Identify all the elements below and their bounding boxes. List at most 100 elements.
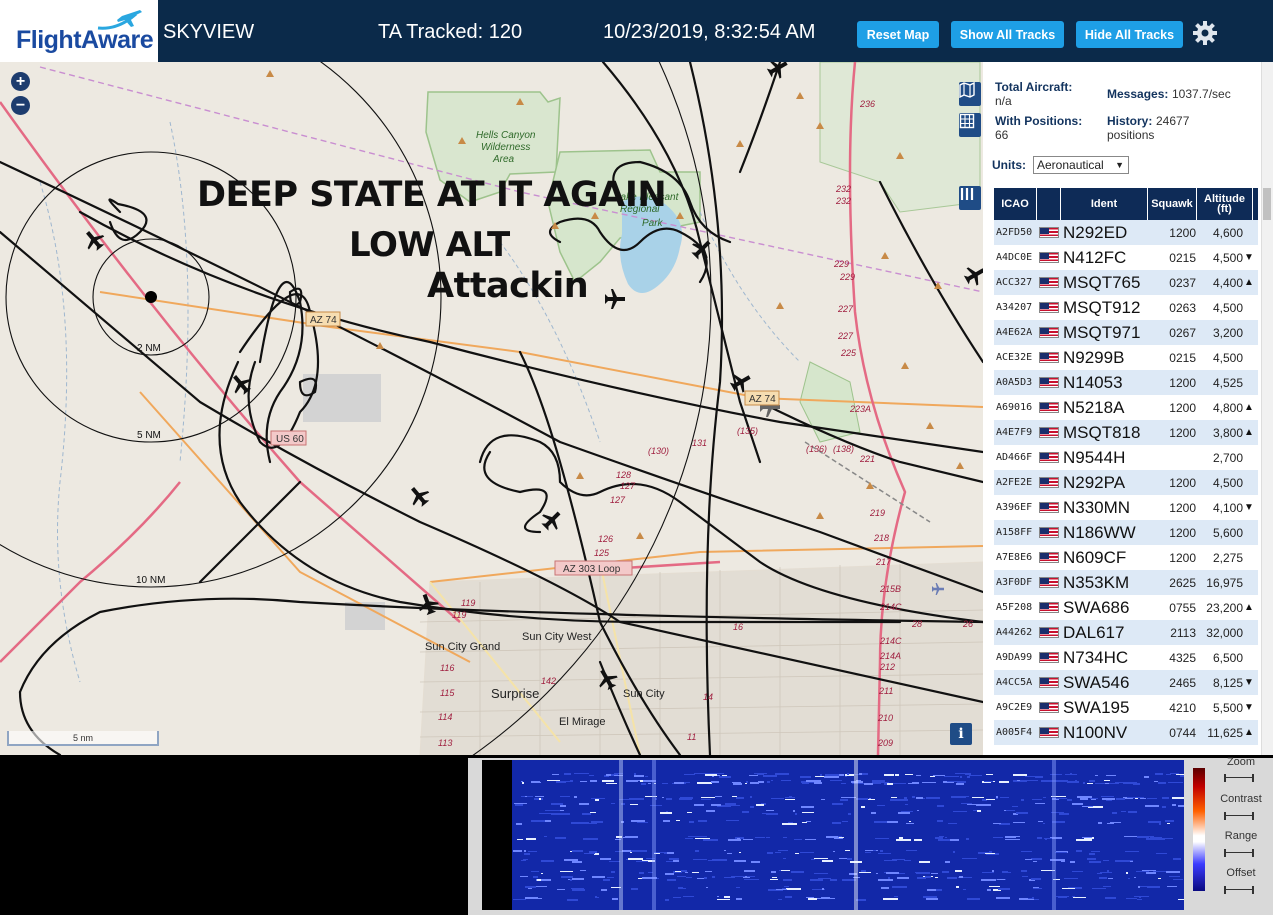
table-row[interactable]: A4DC0E N412FC 0215 4,500 ▼	[994, 245, 1258, 270]
altitude-trend-icon: ▲	[1244, 427, 1254, 438]
altitude-cell: 5,600	[1212, 525, 1243, 540]
squawk-cell: 1200	[1169, 425, 1196, 440]
table-row[interactable]: ACE32E N9299B 0215 4,500	[994, 345, 1258, 370]
table-row[interactable]: A9DA99 N734HC 4325 6,500	[994, 645, 1258, 670]
ident-cell: MSQT971	[1063, 322, 1141, 342]
toggle-sidebar-button[interactable]	[959, 186, 981, 210]
road-number: 127	[620, 481, 636, 491]
ident-cell: SWA686	[1063, 597, 1130, 617]
table-row[interactable]: A4E7F9 MSQT818 1200 3,800 ▲	[994, 420, 1258, 445]
table-row[interactable]: A005F4 N100NV 0744 11,625 ▲	[994, 720, 1258, 745]
table-row[interactable]: A158FF N186WW 1200 5,600	[994, 520, 1258, 545]
table-row[interactable]: A3F0DF N353KM 2625 16,975	[994, 570, 1258, 595]
table-row[interactable]: A2FD50 N292ED 1200 4,600	[994, 220, 1258, 245]
road-number: 16	[733, 622, 743, 632]
icao-cell: A34207	[996, 302, 1033, 313]
road-number: 131	[692, 438, 707, 448]
table-row[interactable]: A2FE2E N292PA 1200 4,500	[994, 470, 1258, 495]
col-altitude-unit: (ft)	[1217, 203, 1232, 215]
table-row[interactable]: A69016 N5218A 1200 4,800 ▲	[994, 395, 1258, 420]
show-all-tracks-button[interactable]: Show All Tracks	[951, 21, 1064, 48]
squawk-cell: 0744	[1169, 725, 1196, 740]
ident-cell: N609CF	[1063, 547, 1127, 567]
sidebar-scroll-thumb[interactable]	[1263, 188, 1271, 220]
ident-cell: MSQT818	[1063, 422, 1141, 442]
table-row[interactable]: ACC327 MSQT765 0237 4,400 ▲	[994, 270, 1258, 295]
ident-cell: MSQT912	[1063, 297, 1141, 317]
col-icao[interactable]: ICAO	[994, 188, 1037, 220]
table-row[interactable]: A34207 MSQT912 0263 4,500	[994, 295, 1258, 320]
flag-icon	[1039, 345, 1059, 370]
grid-button[interactable]	[959, 113, 981, 137]
col-altitude[interactable]: Altitude (ft)	[1197, 188, 1253, 220]
ident-cell: N14053	[1063, 372, 1123, 392]
flag-icon	[1039, 595, 1059, 620]
map-layers-button[interactable]	[959, 82, 981, 106]
squawk-cell: 0755	[1169, 600, 1196, 615]
flag-icon	[1039, 370, 1059, 395]
altitude-cell: 4,500	[1212, 250, 1243, 265]
icao-cell: A7E8E6	[996, 552, 1033, 563]
scale-bar: 5 nm	[7, 731, 159, 746]
contrast-slider[interactable]	[1224, 812, 1254, 820]
road-number: 119	[452, 610, 466, 620]
flightaware-logo[interactable]: FlightAware	[0, 0, 158, 62]
road-number: 26	[962, 619, 973, 629]
units-select[interactable]: Aeronautical ▼	[1033, 156, 1129, 174]
flag-icon	[1039, 645, 1059, 670]
datetime: 10/23/2019, 8:32:54 AM	[603, 21, 816, 43]
history-unit: positions	[1107, 128, 1155, 142]
squawk-cell: 4210	[1169, 700, 1196, 715]
col-flag[interactable]	[1037, 188, 1061, 220]
table-row[interactable]: A4CC5A SWA546 2465 8,125 ▼	[994, 670, 1258, 695]
road-number: 236	[859, 99, 875, 109]
info-button[interactable]: i	[950, 723, 972, 745]
col-squawk[interactable]: Squawk	[1148, 188, 1197, 220]
table-row[interactable]: A4E62A MSQT971 0267 3,200	[994, 320, 1258, 345]
reset-map-button[interactable]: Reset Map	[857, 21, 939, 48]
zoom-in-button[interactable]: +	[11, 72, 30, 91]
offset-label: Offset	[1226, 867, 1256, 879]
sidebar-scrollbar[interactable]	[1261, 62, 1273, 755]
flag-icon	[1039, 445, 1059, 470]
waterfall-display[interactable]	[512, 760, 1184, 910]
gear-icon[interactable]	[1192, 20, 1218, 46]
zoom-slider[interactable]	[1224, 774, 1254, 782]
table-row[interactable]: A7E8E6 N609CF 1200 2,275	[994, 545, 1258, 570]
top-bar: FlightAware SKYVIEW TA Tracked: 120 10/2…	[0, 0, 1273, 62]
table-row[interactable]: A44262 DAL617 2113 32,000	[994, 620, 1258, 645]
table-row[interactable]: AD466F N9544H 2,700	[994, 445, 1258, 470]
map-view[interactable]: 2 NM 5 NM 10 NM AZ 74 US 60 AZ 74 AZ 303…	[0, 62, 983, 755]
altitude-cell: 4,500	[1212, 475, 1243, 490]
road-number: (136)	[806, 444, 827, 454]
altitude-cell: 5,500	[1212, 700, 1243, 715]
squawk-cell: 1200	[1169, 500, 1196, 515]
aircraft-table: ICAO Ident Squawk Altitude (ft) A2FD50 N2…	[994, 188, 1258, 745]
map-canvas[interactable]: 2 NM 5 NM 10 NM AZ 74 US 60 AZ 74 AZ 303…	[0, 62, 983, 755]
hide-all-tracks-button[interactable]: Hide All Tracks	[1076, 21, 1183, 48]
chevron-down-icon: ▼	[1115, 160, 1124, 170]
table-row[interactable]: A0A5D3 N14053 1200 4,525	[994, 370, 1258, 395]
icao-cell: A158FF	[996, 527, 1033, 538]
zoom-out-button[interactable]: −	[11, 96, 30, 115]
squawk-cell: 0263	[1169, 300, 1196, 315]
icao-cell: A0A5D3	[996, 377, 1033, 388]
table-row[interactable]: A5F208 SWA686 0755 23,200 ▲	[994, 595, 1258, 620]
offset-slider[interactable]	[1224, 886, 1254, 894]
col-ident[interactable]: Ident	[1061, 188, 1148, 220]
icao-cell: ACE32E	[996, 352, 1033, 363]
history-value: 24677	[1156, 114, 1190, 128]
range-slider[interactable]	[1224, 849, 1254, 857]
altitude-cell: 2,700	[1212, 450, 1243, 465]
road-number: 219	[869, 508, 885, 518]
flag-icon	[1039, 395, 1059, 420]
altitude-cell: 6,500	[1212, 650, 1243, 665]
squawk-cell: 2113	[1170, 625, 1196, 640]
table-row[interactable]: A396EF N330MN 1200 4,100 ▼	[994, 495, 1258, 520]
icao-cell: A2FE2E	[996, 477, 1033, 488]
icao-cell: ACC327	[996, 277, 1033, 288]
overlay-text-line-2: LOW ALT	[349, 225, 510, 265]
table-row[interactable]: A9C2E9 SWA195 4210 5,500 ▼	[994, 695, 1258, 720]
squawk-cell: 0267	[1169, 325, 1196, 340]
icao-cell: A9C2E9	[996, 702, 1033, 713]
